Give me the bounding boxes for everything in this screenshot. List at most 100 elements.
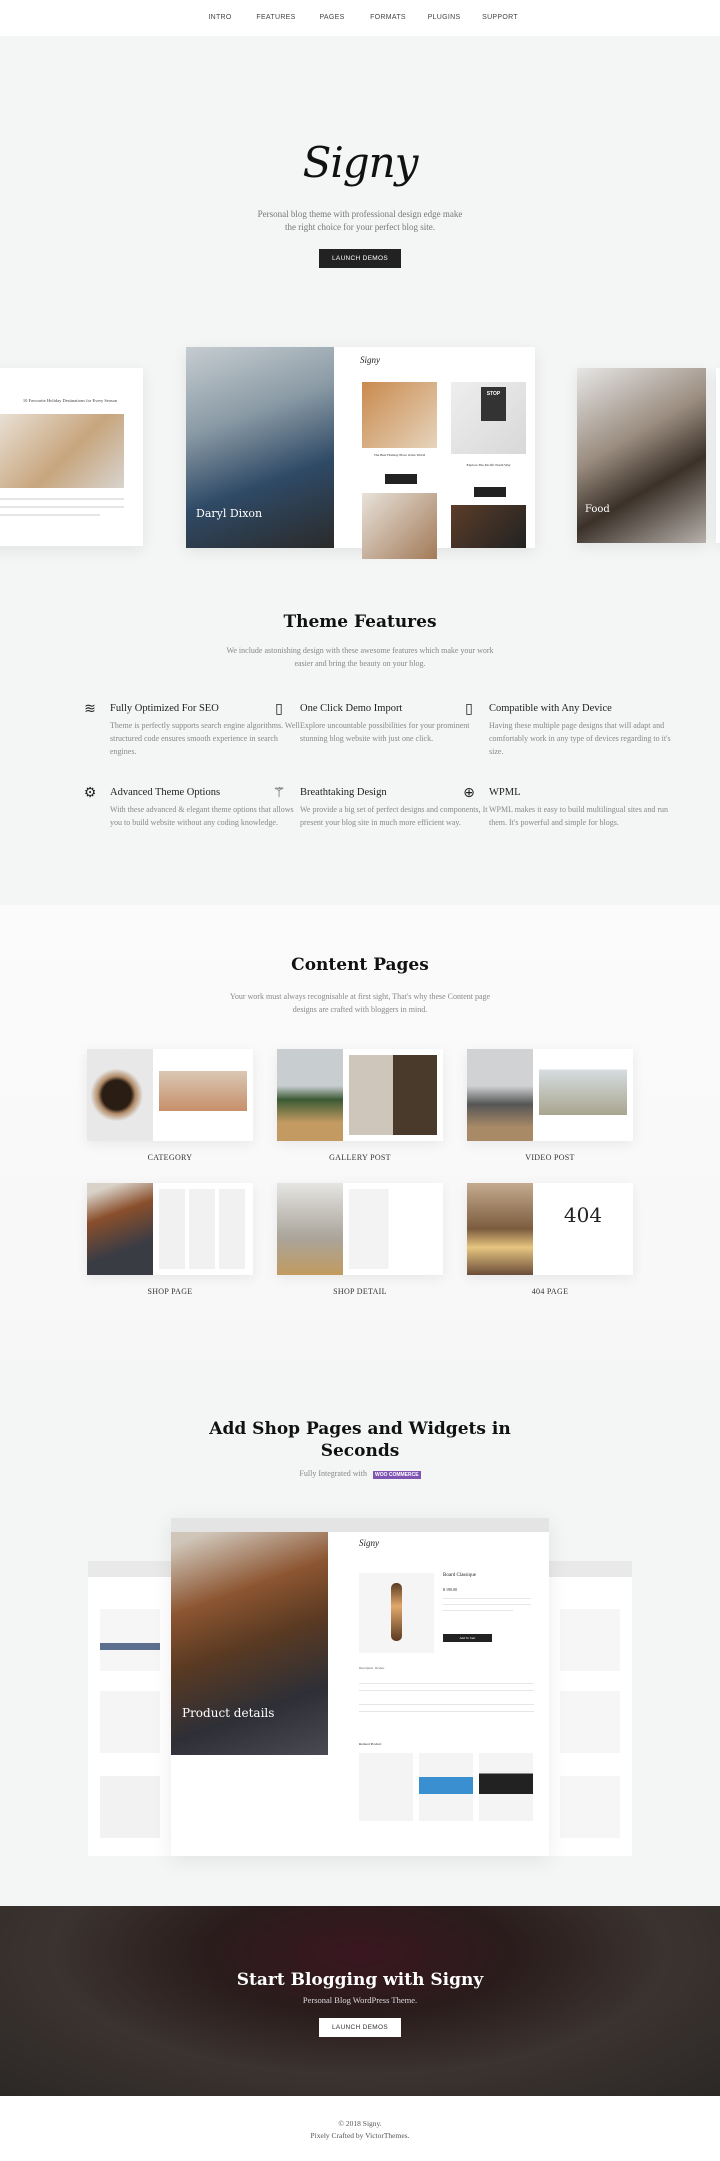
hangers-thumb [87, 1183, 153, 1275]
post-image-3 [362, 493, 437, 559]
plant-thumb [277, 1049, 343, 1141]
woocommerce-line: Fully Integrated with WOO COMMERCE [0, 1469, 720, 1479]
post-title-2: Explore The Pacific North Way [466, 463, 511, 467]
shop-title-line1: Add Shop Pages and Widgets in [209, 1419, 511, 1439]
shoe-product [100, 1609, 160, 1671]
feature-desc: Having these multiple page designs that … [489, 721, 671, 756]
hangers-photo [171, 1532, 328, 1755]
content-pages-subtitle: Your work must always recognisable at fi… [0, 990, 720, 1016]
page-card-shop-detail[interactable] [277, 1183, 443, 1275]
content-subtitle-line2: designs are crafted with bloggers in min… [292, 1005, 428, 1014]
room-thumb [277, 1183, 343, 1275]
read-more-button-2[interactable] [474, 487, 506, 497]
error-code: 404 [563, 1203, 603, 1227]
coffee-thumb [87, 1049, 153, 1141]
features-subtitle-line1: We include astonishing design with these… [226, 646, 494, 655]
page-label: 404 PAGE [531, 1287, 569, 1296]
cta-title: Start Blogging with Signy [236, 1970, 484, 1990]
nav-support[interactable]: SUPPORT [472, 0, 528, 36]
post-title-1: The Best Holiday Place in the World [373, 453, 426, 457]
post-image-1 [362, 382, 437, 448]
page-card-category[interactable] [87, 1049, 253, 1141]
mouse-icon: ▯ [275, 701, 283, 717]
mobile-icon: ▯ [465, 701, 473, 717]
hero-subtitle-line2: the right choice for your perfect blog s… [285, 222, 435, 232]
nav-intro[interactable]: INTRO [192, 0, 248, 36]
top-nav: INTRO FEATURES PAGES FORMATS PLUGINS SUP… [0, 0, 720, 36]
hero-subtitle: Personal blog theme with professional de… [0, 208, 720, 234]
page-card-gallery-post[interactable] [277, 1049, 443, 1141]
woocommerce-logo: WOO COMMERCE [372, 1471, 421, 1479]
cta-subtitle: Personal Blog WordPress Theme. [302, 1995, 418, 2005]
integrated-text: Fully Integrated with [299, 1469, 367, 1478]
blue-product [419, 1753, 473, 1821]
page-card-404[interactable]: 404 [467, 1183, 633, 1275]
preview-far-right-card [716, 368, 720, 543]
feature-desc: We provide a big set of perfect designs … [300, 805, 488, 827]
preview-right-title: Food [585, 504, 610, 515]
footer [0, 2096, 720, 2161]
watch-product [560, 1776, 620, 1838]
feature-wpml: WPML WPML makes it easy to build multilin… [489, 787, 679, 829]
tab-review[interactable]: Review [375, 1666, 384, 1670]
card-product [560, 1691, 620, 1753]
shop-title: Add Shop Pages and Widgets in Seconds [0, 1418, 720, 1462]
product-tabs: Description Review [359, 1666, 384, 1670]
cta-launch-demos-button[interactable]: LAUNCH DEMOS [319, 2018, 401, 2037]
footer-credit: Pixely Crafted by VictorThemes. [310, 2131, 410, 2140]
launch-demos-button[interactable]: LAUNCH DEMOS [319, 249, 401, 268]
add-to-cart-button[interactable]: Add To Cart [443, 1634, 492, 1642]
tab-description[interactable]: Description [359, 1666, 373, 1670]
page-label: SHOP DETAIL [333, 1287, 387, 1296]
magic-wand-icon: ⚚ [272, 785, 286, 801]
wallet-product [479, 1753, 533, 1821]
features-title: Theme Features [283, 612, 437, 632]
gear-icon: ⚙ [83, 785, 97, 801]
feature-desc: WPML makes it easy to build multilingual… [489, 805, 669, 827]
lamp-product [100, 1691, 160, 1753]
globe-icon: ⊕ [463, 785, 475, 801]
signy-logo: Signy [302, 138, 419, 187]
feature-desc: Explore uncountable possibilities for yo… [300, 721, 470, 743]
page-thumb [159, 1189, 247, 1269]
skateboard-image [359, 1573, 434, 1653]
feature-title: WPML [489, 787, 521, 798]
product-price: $ 190.00 [443, 1587, 457, 1592]
basket-product [100, 1776, 160, 1838]
nav-features[interactable]: FEATURES [248, 0, 304, 36]
nav-formats[interactable]: FORMATS [360, 0, 416, 36]
feature-desc: Theme is perfectly supports search engin… [110, 721, 300, 756]
features-subtitle-line2: easier and bring the beauty on your blog… [294, 659, 426, 668]
feature-title: Compatible with Any Device [489, 703, 612, 714]
content-subtitle-line1: Your work must always recognisable at fi… [229, 992, 491, 1001]
features-subtitle: We include astonishing design with these… [0, 644, 720, 670]
page-card-video-post[interactable] [467, 1049, 633, 1141]
content-pages-title: Content Pages [291, 955, 429, 975]
shop-mockup-left [88, 1561, 178, 1856]
preview-hero-title: Daryl Dixon [196, 507, 263, 520]
headphones-product [359, 1753, 413, 1821]
preview-center-card: Daryl Dixon Signy The Best Holiday Place… [186, 347, 535, 559]
read-more-button-1[interactable] [385, 474, 417, 484]
product-name: Board Classique [443, 1573, 476, 1578]
desk-thumb [467, 1049, 533, 1141]
layers-icon: ≋ [84, 701, 96, 717]
feature-device: Compatible with Any Device Having these m… [489, 703, 679, 758]
preview-right-card: Food [577, 368, 706, 543]
feature-desc: With these advanced & elegant theme opti… [110, 805, 294, 827]
page-thumb [159, 1055, 247, 1135]
hero-subtitle-line1: Personal blog theme with professional de… [257, 209, 463, 219]
related-products-title: Related Product [359, 1742, 382, 1746]
page-label: GALLERY POST [329, 1153, 391, 1162]
product-details-title: Product details [182, 1706, 275, 1720]
nav-pages[interactable]: PAGES [304, 0, 360, 36]
cake-thumb [467, 1183, 533, 1275]
nav-plugins[interactable]: PLUGINS [416, 0, 472, 36]
page-thumb [349, 1189, 437, 1269]
page-label: VIDEO POST [525, 1153, 575, 1162]
browser-bar [171, 1518, 549, 1535]
shop-mockup-right [545, 1561, 632, 1856]
post-image-2: STOP [451, 382, 526, 454]
page-card-shop-page[interactable] [87, 1183, 253, 1275]
preview-left-card: 10 Favourite Holiday Destinations for Ev… [0, 368, 143, 546]
